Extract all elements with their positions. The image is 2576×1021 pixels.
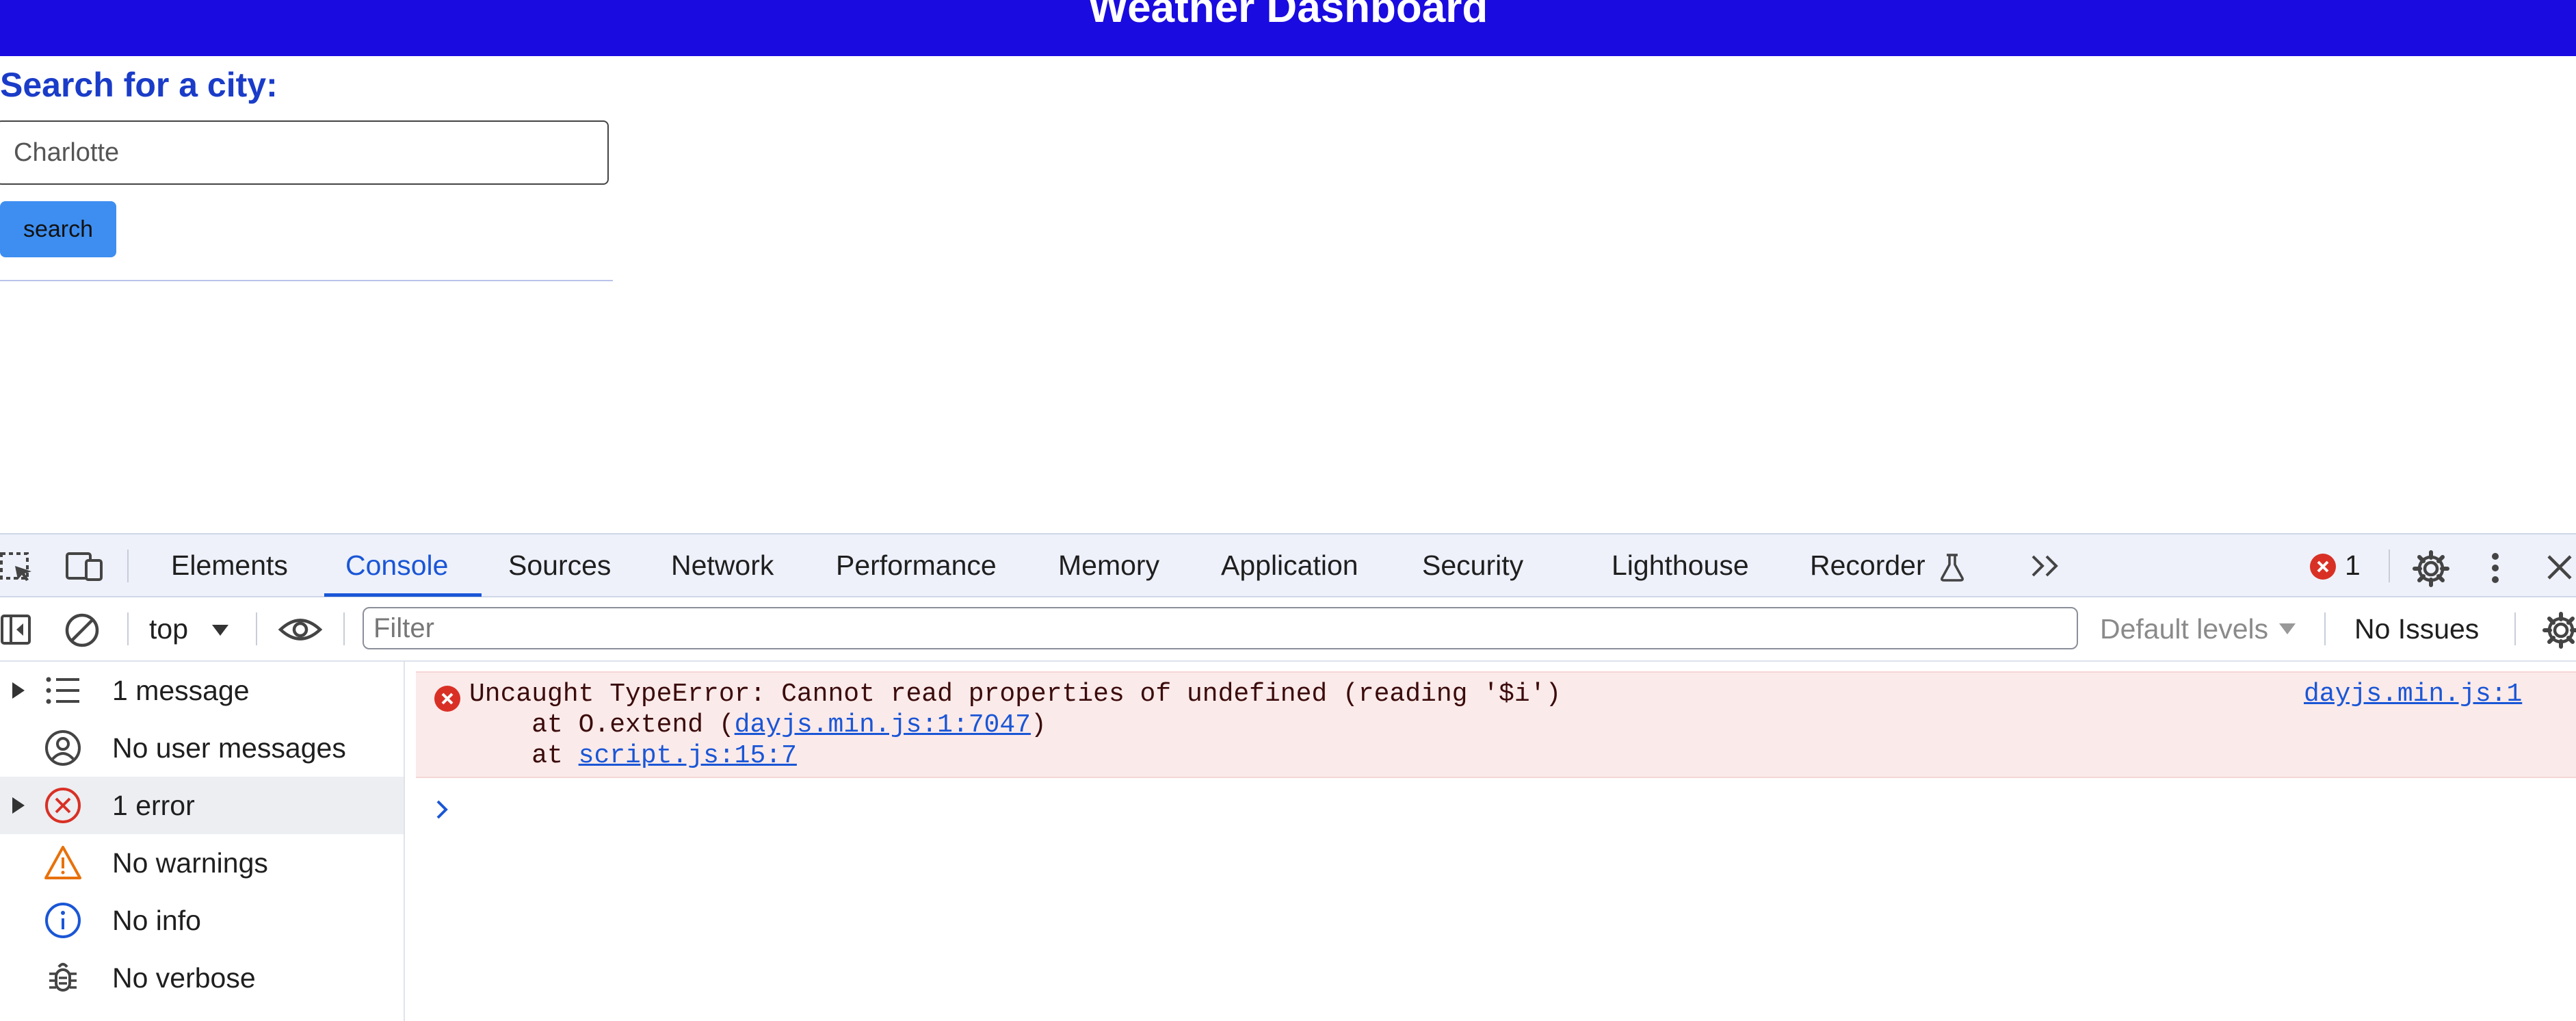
tab-console[interactable]: Console [345, 534, 448, 596]
inspect-element-icon[interactable] [0, 552, 34, 582]
tab-separator [127, 550, 129, 582]
tab-elements[interactable]: Elements [171, 534, 288, 596]
tab-performance[interactable]: Performance [836, 534, 997, 596]
tab-network[interactable]: Network [671, 534, 774, 596]
stack-prefix: at [469, 741, 579, 771]
sidebar-item-warnings[interactable]: No warnings [0, 834, 404, 892]
tab-lighthouse[interactable]: Lighthouse [1612, 534, 1749, 596]
search-button[interactable]: search [0, 201, 116, 257]
error-count-icon[interactable] [2309, 553, 2337, 580]
stack-link-script[interactable]: script.js:15:7 [579, 741, 797, 771]
stack-link-dayjs[interactable]: dayjs.min.js:1:7047 [735, 710, 1031, 740]
sidebar-item-label: 1 error [112, 790, 195, 821]
context-dropdown-icon[interactable] [211, 623, 230, 637]
toolbar-separator [256, 612, 257, 645]
toolbar-separator [2324, 612, 2326, 645]
sidebar-item-label: No info [112, 905, 201, 936]
sidebar-item-label: No verbose [112, 962, 256, 994]
toolbar-separator [343, 612, 345, 645]
sidebar-item-verbose[interactable]: No verbose [0, 949, 404, 1007]
toolbar-separator [127, 612, 129, 645]
tab-security[interactable]: Security [1422, 534, 1523, 596]
live-expression-eye-icon[interactable] [278, 615, 323, 644]
console-filter-input[interactable] [363, 607, 2078, 649]
active-tab-indicator [324, 593, 482, 597]
user-icon [45, 730, 81, 766]
sidebar-item-label: No warnings [112, 847, 268, 879]
console-error-message[interactable]: Uncaught TypeError: Cannot read properti… [416, 671, 2576, 778]
warning-icon [44, 846, 81, 879]
tab-separator [2389, 550, 2390, 582]
context-selector[interactable]: top [149, 597, 188, 660]
error-text: Uncaught TypeError: Cannot read properti… [469, 680, 1562, 709]
tab-recorder[interactable]: Recorder [1810, 534, 1926, 596]
error-icon [45, 788, 81, 823]
stack-prefix: at O.extend ( [469, 710, 735, 740]
tab-sources[interactable]: Sources [508, 534, 611, 596]
sidebar-item-label: 1 message [112, 675, 250, 706]
stack-suffix: ) [1030, 710, 1047, 740]
error-source-link[interactable]: dayjs.min.js:1 [2304, 680, 2522, 709]
expand-arrow-icon[interactable] [12, 797, 25, 814]
more-tabs-chevron-icon[interactable] [2029, 552, 2063, 580]
sidebar-item-errors[interactable]: 1 error [0, 777, 404, 834]
error-icon [434, 686, 460, 712]
sidebar-item-user-messages[interactable]: No user messages [0, 719, 404, 777]
stack-trace-line: at script.js:15:7 [469, 741, 797, 771]
device-toggle-icon[interactable] [64, 551, 105, 582]
console-prompt-chevron-icon[interactable] [434, 797, 451, 822]
console-output: Uncaught TypeError: Cannot read properti… [406, 662, 2576, 1021]
tab-application[interactable]: Application [1221, 534, 1358, 596]
console-toolbar: top Default levels No Issues [0, 597, 2576, 662]
devtools-tabbar: Elements Console Sources Network Perform… [0, 533, 2576, 597]
list-icon [46, 677, 79, 704]
issues-button[interactable]: No Issues [2354, 597, 2479, 660]
error-count[interactable]: 1 [2345, 534, 2361, 596]
log-levels-dropdown-icon[interactable] [2278, 622, 2297, 636]
sidebar-item-info[interactable]: No info [0, 892, 404, 949]
stack-trace-line: at O.extend (dayjs.min.js:1:7047) [469, 710, 1047, 740]
settings-gear-icon[interactable] [2412, 550, 2450, 588]
history-divider [0, 280, 613, 281]
devtools-panel: Elements Console Sources Network Perform… [0, 533, 2576, 1021]
page-header: Weather Dashboard [0, 0, 2576, 56]
bug-icon [49, 963, 77, 992]
console-sidebar: 1 message No user messages 1 error No wa [0, 662, 405, 1021]
flask-icon [1941, 554, 1964, 582]
sidebar-toggle-icon[interactable] [0, 614, 33, 645]
log-levels-dropdown[interactable]: Default levels [2100, 597, 2268, 660]
console-settings-gear-icon[interactable] [2542, 611, 2576, 649]
close-devtools-icon[interactable] [2545, 552, 2575, 582]
page-title: Weather Dashboard [1088, 0, 1488, 31]
sidebar-item-messages[interactable]: 1 message [0, 662, 404, 719]
search-label: Search for a city: [0, 66, 278, 104]
tab-memory[interactable]: Memory [1058, 534, 1159, 596]
toolbar-separator [2514, 612, 2516, 645]
more-options-icon[interactable] [2488, 551, 2502, 585]
clear-console-icon[interactable] [64, 612, 100, 648]
expand-arrow-icon[interactable] [12, 682, 25, 699]
city-search-input[interactable] [0, 120, 609, 185]
info-icon [45, 903, 81, 938]
sidebar-item-label: No user messages [112, 732, 346, 764]
